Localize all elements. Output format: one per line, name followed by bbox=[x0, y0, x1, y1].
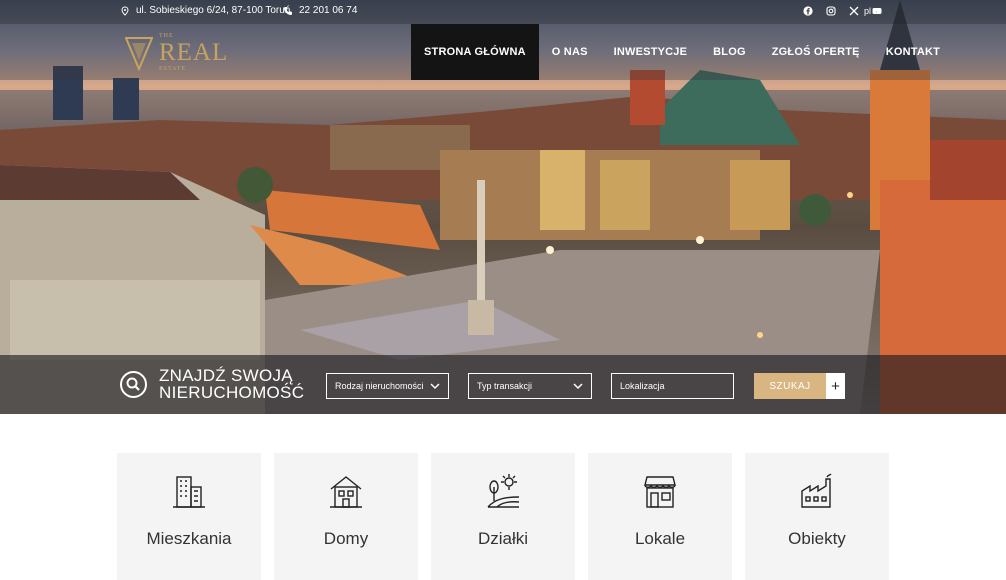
map-pin-icon bbox=[120, 5, 130, 16]
primary-nav: STRONA GŁÓWNA O NAS INWESTYCJE BLOG ZGŁO… bbox=[411, 24, 953, 80]
category-card-commercial-premises[interactable]: Lokale bbox=[588, 453, 732, 580]
factory-icon bbox=[799, 473, 835, 509]
search-heading-line2: NIERUCHOMOŚĆ bbox=[159, 383, 305, 402]
location-input[interactable] bbox=[620, 381, 733, 391]
instagram-icon[interactable] bbox=[826, 6, 836, 16]
category-label: Obiekty bbox=[788, 529, 846, 548]
property-type-value: Rodzaj nieruchomości bbox=[335, 381, 424, 391]
search-button[interactable]: SZUKAJ bbox=[754, 373, 826, 399]
nav-item-submit-offer[interactable]: ZGŁOŚ OFERTĘ bbox=[759, 24, 873, 80]
nav-item-blog[interactable]: BLOG bbox=[700, 24, 759, 80]
chevron-down-icon bbox=[430, 382, 440, 390]
phone-icon bbox=[283, 6, 293, 16]
category-cards: Mieszkania Domy Działki Lokale Obiekty bbox=[117, 453, 889, 580]
property-search-bar: ZNAJDŹ SWOJĄ NIERUCHOMOŚĆ Rodzaj nieruch… bbox=[0, 355, 1006, 414]
property-type-select[interactable]: Rodzaj nieruchomości bbox=[326, 373, 449, 399]
category-card-houses[interactable]: Domy bbox=[274, 453, 418, 580]
search-heading: ZNAJDŹ SWOJĄ NIERUCHOMOŚĆ bbox=[159, 367, 304, 401]
language-selector[interactable]: pl bbox=[864, 6, 881, 16]
search-heading-line1: ZNAJDŹ SWOJĄ bbox=[159, 366, 293, 385]
land-plot-icon bbox=[485, 473, 521, 509]
address-text: ul. Sobieskiego 6/24, 87-100 Toruń bbox=[136, 5, 291, 16]
search-icon bbox=[120, 371, 147, 398]
site-logo[interactable]: THE REAL ESTATE bbox=[125, 33, 229, 72]
logo-shield-icon bbox=[125, 37, 153, 71]
category-label: Lokale bbox=[634, 529, 686, 548]
advanced-search-toggle-button[interactable]: + bbox=[826, 373, 845, 399]
logo-wordmark: REAL bbox=[159, 39, 229, 66]
top-info-bar: ul. Sobieskiego 6/24, 87-100 Toruń 22 20… bbox=[0, 0, 1006, 24]
phone-info[interactable]: 22 201 06 74 bbox=[283, 5, 357, 16]
address-info: ul. Sobieskiego 6/24, 87-100 Toruń bbox=[120, 5, 290, 16]
phone-text[interactable]: 22 201 06 74 bbox=[299, 5, 357, 16]
location-field[interactable] bbox=[611, 373, 734, 399]
caret-down-icon bbox=[874, 6, 881, 16]
category-label: Mieszkania bbox=[146, 529, 232, 548]
category-label: Działki bbox=[477, 529, 529, 548]
apartment-building-icon bbox=[171, 473, 207, 509]
nav-item-home[interactable]: STRONA GŁÓWNA bbox=[411, 24, 539, 80]
transaction-type-value: Typ transakcji bbox=[477, 381, 533, 391]
category-card-facilities[interactable]: Obiekty bbox=[745, 453, 889, 580]
category-label: Domy bbox=[323, 529, 369, 548]
shop-storefront-icon bbox=[642, 473, 678, 509]
category-card-apartments[interactable]: Mieszkania bbox=[117, 453, 261, 580]
chevron-down-icon bbox=[573, 382, 583, 390]
logo-bottom-text: ESTATE bbox=[159, 66, 187, 72]
transaction-type-select[interactable]: Typ transakcji bbox=[468, 373, 592, 399]
facebook-icon[interactable] bbox=[803, 6, 813, 16]
x-icon[interactable] bbox=[849, 6, 859, 16]
nav-item-investments[interactable]: INWESTYCJE bbox=[601, 24, 701, 80]
main-navbar: THE REAL ESTATE STRONA GŁÓWNA O NAS INWE… bbox=[0, 24, 1006, 80]
language-label: pl bbox=[864, 6, 872, 16]
nav-item-about[interactable]: O NAS bbox=[539, 24, 601, 80]
category-card-plots[interactable]: Działki bbox=[431, 453, 575, 580]
nav-item-contact[interactable]: KONTAKT bbox=[873, 24, 953, 80]
house-icon bbox=[328, 473, 364, 509]
